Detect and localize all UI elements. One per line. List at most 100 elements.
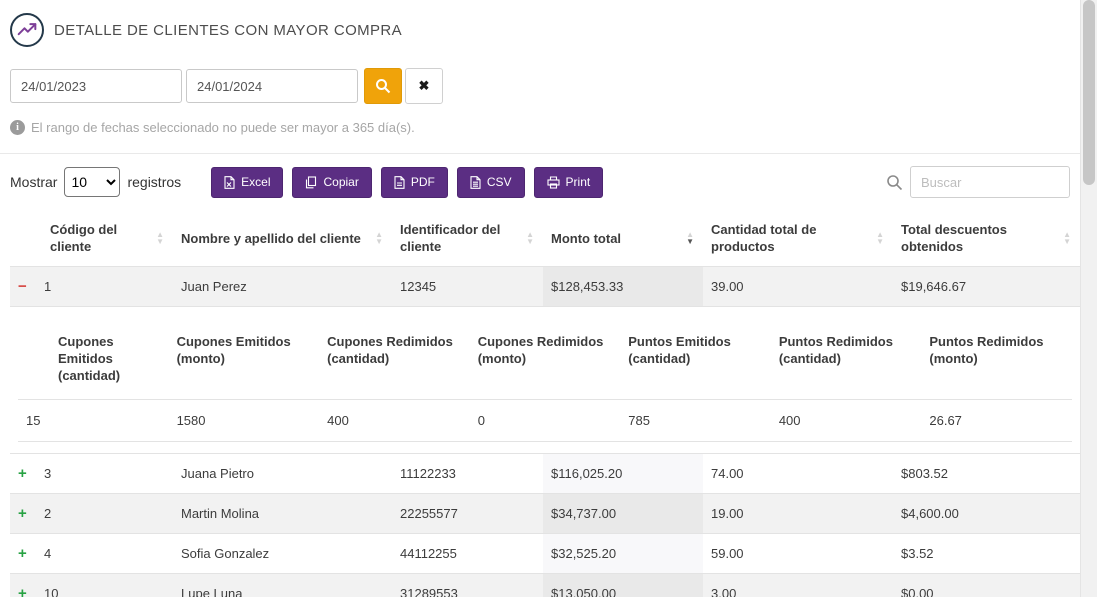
detail-column-header: Cupones Redimidos(monto) [470,318,621,400]
pdf-file-icon [394,176,405,189]
date-range-note: i El rango de fechas seleccionado no pue… [10,120,1080,135]
cell-amount: $13,050.00 [543,574,703,597]
detail-table: Cupones Emitidos(cantidad) Cupones Emiti… [18,318,1072,442]
expand-row-icon[interactable]: + [18,465,34,482]
cell-name: Juan Perez [173,267,392,307]
sort-icon-active-desc: ▲▼ [686,231,694,245]
cell-quantity: 39.00 [703,267,893,307]
table-toolbar: Mostrar 10 registros Excel [10,166,1070,198]
records-label: registros [127,174,181,190]
cell-discounts: $3.52 [893,534,1080,574]
detail-values-row: 15 1580 400 0 785 400 26.67 [18,400,1072,442]
table-row: +10 Lupe Luna 31289553 $13,050.00 3.00 $… [10,574,1080,597]
expand-row-icon[interactable]: + [18,585,34,597]
detail-row: Cupones Emitidos(cantidad) Cupones Emiti… [10,307,1080,454]
column-header-name[interactable]: Nombre y apellido del cliente ▲▼ [173,210,392,267]
search-icon [375,78,391,94]
copy-button-label: Copiar [323,175,358,189]
sort-icon: ▲▼ [156,231,164,245]
apply-date-filter-button[interactable] [364,68,402,104]
excel-button[interactable]: Excel [211,167,283,198]
page-title: DETALLE DE CLIENTES CON MAYOR COMPRA [54,22,402,39]
sort-icon: ▲▼ [1063,231,1071,245]
detail-column-header: Puntos Redimidos(monto) [921,318,1072,400]
copy-icon [305,176,317,189]
content: DETALLE DE CLIENTES CON MAYOR COMPRA ✖ i [0,0,1080,597]
detail-column-header: Puntos Redimidos(cantidad) [771,318,922,400]
detail-cell: 400 [771,400,922,442]
page: DETALLE DE CLIENTES CON MAYOR COMPRA ✖ i [0,0,1097,597]
detail-column-header: Cupones Emitidos(monto) [169,318,320,400]
close-icon: ✖ [419,78,430,94]
trending-up-icon [10,13,44,47]
search-input[interactable] [910,166,1070,198]
csv-button[interactable]: CSV [457,167,525,198]
vertical-scrollbar[interactable] [1080,0,1097,597]
show-label: Mostrar [10,174,57,190]
cell-identifier: 11122233 [392,454,543,494]
cell-quantity: 59.00 [703,534,893,574]
cell-code: 2 [44,506,51,521]
print-button[interactable]: Print [534,167,604,198]
cell-name: Juana Pietro [173,454,392,494]
pdf-button[interactable]: PDF [381,167,448,198]
cell-identifier: 44112255 [392,534,543,574]
cell-discounts: $0.00 [893,574,1080,597]
cell-name: Lupe Luna [173,574,392,597]
clients-table: Código del cliente ▲▼ Nombre y apellido … [10,210,1080,597]
column-header-code[interactable]: Código del cliente ▲▼ [10,210,173,267]
scrollbar-thumb[interactable] [1083,0,1095,185]
cell-discounts: $19,646.67 [893,267,1080,307]
cell-identifier: 22255577 [392,494,543,534]
print-button-label: Print [566,175,591,189]
collapse-row-icon[interactable]: − [18,278,34,295]
table-row: −1 Juan Perez 12345 $128,453.33 39.00 $1… [10,267,1080,307]
detail-cell: 400 [319,400,470,442]
cell-amount: $34,737.00 [543,494,703,534]
column-header-amount[interactable]: Monto total ▲▼ [543,210,703,267]
pdf-button-label: PDF [411,175,435,189]
column-header-discounts[interactable]: Total descuentos obtenidos ▲▼ [893,210,1080,267]
excel-button-label: Excel [241,175,270,189]
detail-column-header: Puntos Emitidos(cantidad) [620,318,771,400]
cell-discounts: $4,600.00 [893,494,1080,534]
page-header: DETALLE DE CLIENTES CON MAYOR COMPRA [10,12,1080,48]
cell-name: Sofia Gonzalez [173,534,392,574]
search-box [886,166,1070,198]
clear-date-filter-button[interactable]: ✖ [405,68,443,104]
date-to-input[interactable] [186,69,358,103]
detail-cell: 15 [18,400,169,442]
cell-code: 10 [44,586,58,597]
date-range-note-text: El rango de fechas seleccionado no puede… [31,120,415,135]
cell-amount: $32,525.20 [543,534,703,574]
detail-cell: 785 [620,400,771,442]
cell-code: 1 [44,279,51,294]
expand-row-icon[interactable]: + [18,505,34,522]
excel-file-icon [224,176,235,189]
cell-quantity: 74.00 [703,454,893,494]
cell-amount: $116,025.20 [543,454,703,494]
column-header-identifier[interactable]: Identificador del cliente ▲▼ [392,210,543,267]
detail-cell: 0 [470,400,621,442]
table-row: +3 Juana Pietro 11122233 $116,025.20 74.… [10,454,1080,494]
date-from-input[interactable] [10,69,182,103]
detail-column-header: Cupones Emitidos(cantidad) [18,318,169,400]
csv-button-label: CSV [487,175,512,189]
detail-cell: 1580 [169,400,320,442]
search-icon [886,174,903,191]
date-filter-bar: ✖ [10,68,1080,104]
page-size-select[interactable]: 10 [64,167,120,197]
export-buttons: Excel Copiar [211,167,603,198]
expand-row-icon[interactable]: + [18,545,34,562]
cell-amount: $128,453.33 [543,267,703,307]
table-row: +4 Sofia Gonzalez 44112255 $32,525.20 59… [10,534,1080,574]
cell-identifier: 31289553 [392,574,543,597]
cell-quantity: 19.00 [703,494,893,534]
column-header-quantity[interactable]: Cantidad total de productos ▲▼ [703,210,893,267]
cell-identifier: 12345 [392,267,543,307]
print-icon [547,176,560,189]
copy-button[interactable]: Copiar [292,167,371,198]
cell-name: Martin Molina [173,494,392,534]
csv-file-icon [470,176,481,189]
table-row: +2 Martin Molina 22255577 $34,737.00 19.… [10,494,1080,534]
